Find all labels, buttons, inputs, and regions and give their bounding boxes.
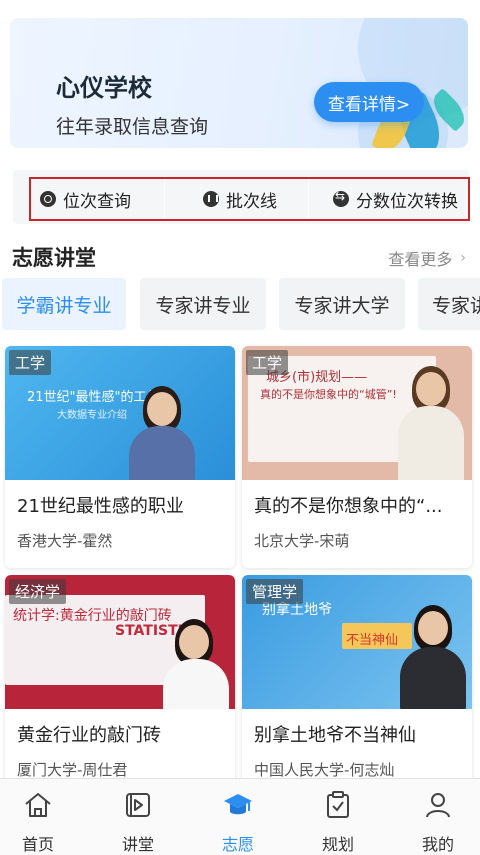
lecture-card[interactable]: 统计学:黄金行业的敲门砖 STATISTICS 经济学 黄金行业的敲门砖 厦门大… [5,575,235,797]
category-tag: 工学 [9,350,52,375]
category-tag: 管理学 [246,579,304,604]
nav-item-lectures[interactable]: 讲堂 [90,779,186,855]
nav-item-home[interactable]: 首页 [0,779,86,855]
card-title: 真的不是你想象中的“... [254,496,443,517]
presenter-head [179,625,209,659]
section-title: 志愿讲堂 [12,246,96,270]
card-author: 北京大学-宋萌 [254,532,350,550]
nav-label: 规划 [321,835,354,854]
lecture-card[interactable]: 城乡(市)规划—— 真的不是你想象中的“城管”! 工学 真的不是你想象中的“..… [242,346,472,568]
video-icon [126,793,150,817]
category-tag: 工学 [246,350,289,375]
see-more-link[interactable]: 查看更多 › [388,246,466,270]
tab-expert-major[interactable]: 专家讲专业 [140,278,266,330]
banner-subtitle: 往年录取信息查询 [56,116,209,138]
lecture-card[interactable]: 21世纪"最性感"的工作 大数据专业介绍 工学 21世纪最性感的职业 香港大学-… [5,346,235,568]
thumbnail-text: 不当神仙 [346,633,399,648]
thumbnail-text: 21世纪"最性感"的工作 [27,390,160,405]
card-title: 别拿土地爷不当神仙 [254,725,416,746]
category-tag: 经济学 [9,579,67,604]
nav-item-mine[interactable]: 我的 [390,779,480,855]
card-author: 中国人民大学-何志灿 [254,761,395,779]
lecture-card[interactable]: 别拿土地爷 不当神仙 管理学 别拿土地爷不当神仙 中国人民大学-何志灿 [242,575,472,797]
school-banner[interactable]: 心仪学校 往年录取信息查询 查看详情> [10,18,468,148]
bottom-nav: 首页 讲堂 志愿 规划 我的 [0,778,480,855]
banner-title: 心仪学校 [56,74,152,102]
chevron-right-icon: › [460,250,466,266]
tab-expert-university[interactable]: 专家讲大学 [279,278,405,330]
thumbnail-text: 统计学:黄金行业的敲门砖 [13,608,172,624]
presenter-body [400,647,466,709]
card-author: 厦门大学-周仕君 [17,761,128,779]
nav-label: 首页 [21,835,54,854]
category-tabs: 学霸讲专业 专家讲专业 专家讲大学 专家讲 [0,278,480,332]
presenter-body [398,406,464,480]
presenter-body [129,426,195,480]
card-title: 21世纪最性感的职业 [17,496,184,517]
tab-expert-more[interactable]: 专家讲 [418,278,480,330]
home-icon [25,793,51,817]
nav-label: 我的 [421,835,454,854]
user-icon [426,793,450,818]
thumbnail-text: 真的不是你想象中的“城管”! [260,388,397,401]
nav-item-aspiration[interactable]: 志愿 [190,779,286,855]
nav-label: 志愿 [221,835,254,854]
highlight-frame [29,177,470,221]
clipboard-check-icon [327,791,349,818]
presenter-head [147,392,177,426]
nav-label: 讲堂 [121,835,154,854]
graduation-cap-icon [224,794,252,815]
thumbnail-text: 大数据专业介绍 [57,410,127,421]
tab-top-student-major[interactable]: 学霸讲专业 [2,278,126,330]
nav-item-planning[interactable]: 规划 [290,779,386,855]
presenter-head [416,372,446,406]
see-more-label: 查看更多 [388,250,453,269]
presenter-body [163,659,229,709]
view-details-button[interactable]: 查看详情> [314,82,424,122]
card-author: 香港大学-霍然 [17,532,113,550]
presenter-head [418,611,448,645]
card-title: 黄金行业的敲门砖 [17,725,161,746]
